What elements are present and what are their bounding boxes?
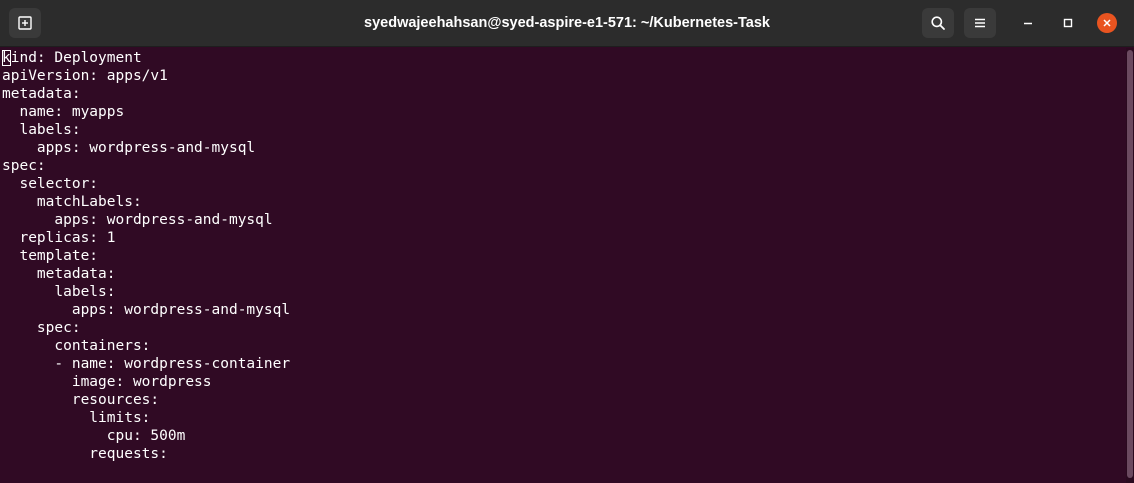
terminal-line: template: [2, 248, 99, 264]
terminal-line: containers: [2, 338, 151, 354]
terminal-line: - name: wordpress-container [2, 356, 291, 372]
search-button[interactable] [922, 8, 954, 38]
terminal-output[interactable]: kind: Deployment apiVersion: apps/v1 metad… [0, 49, 1126, 483]
terminal-line: image: wordpress [2, 374, 212, 390]
maximize-button[interactable] [1058, 13, 1078, 33]
terminal-line: name: myapps [2, 104, 125, 120]
terminal-line: replicas: 1 [2, 230, 116, 246]
vertical-scrollbar[interactable] [1126, 48, 1134, 483]
scrollbar-thumb[interactable] [1127, 50, 1133, 478]
terminal-window: syedwajeehahsan@syed-aspire-e1-571: ~/Ku… [0, 0, 1134, 483]
terminal-line: requests: [2, 446, 168, 462]
close-button[interactable] [1097, 13, 1117, 33]
title-bar[interactable]: syedwajeehahsan@syed-aspire-e1-571: ~/Ku… [0, 0, 1134, 47]
terminal-line: metadata: [2, 86, 81, 102]
hamburger-menu-icon [975, 18, 985, 28]
maximize-icon [1063, 18, 1073, 28]
terminal-line: apps: wordpress-and-mysql [2, 212, 273, 228]
terminal-line: apps: wordpress-and-mysql [2, 140, 256, 156]
terminal-line: matchLabels: [2, 194, 142, 210]
new-tab-button[interactable] [9, 8, 41, 38]
text-cursor: k [2, 50, 11, 66]
minimize-icon [1024, 22, 1032, 25]
terminal-line: spec: [2, 320, 81, 336]
terminal-line: apiVersion: apps/v1 [2, 68, 168, 84]
new-tab-icon [18, 16, 32, 30]
terminal-line: kind: Deployment [2, 50, 142, 66]
menu-button[interactable] [964, 8, 996, 38]
terminal-line: selector: [2, 176, 99, 192]
terminal-line: labels: [2, 122, 81, 138]
terminal-line: apps: wordpress-and-mysql [2, 302, 291, 318]
terminal-line: limits: [2, 410, 151, 426]
terminal-line: resources: [2, 392, 160, 408]
terminal-line: metadata: [2, 266, 116, 282]
terminal-line: labels: [2, 284, 116, 300]
minimize-button[interactable] [1018, 13, 1038, 33]
terminal-line: cpu: 500m [2, 428, 186, 444]
search-icon [931, 16, 945, 30]
terminal-line: spec: [2, 158, 46, 174]
close-icon [1103, 19, 1111, 27]
